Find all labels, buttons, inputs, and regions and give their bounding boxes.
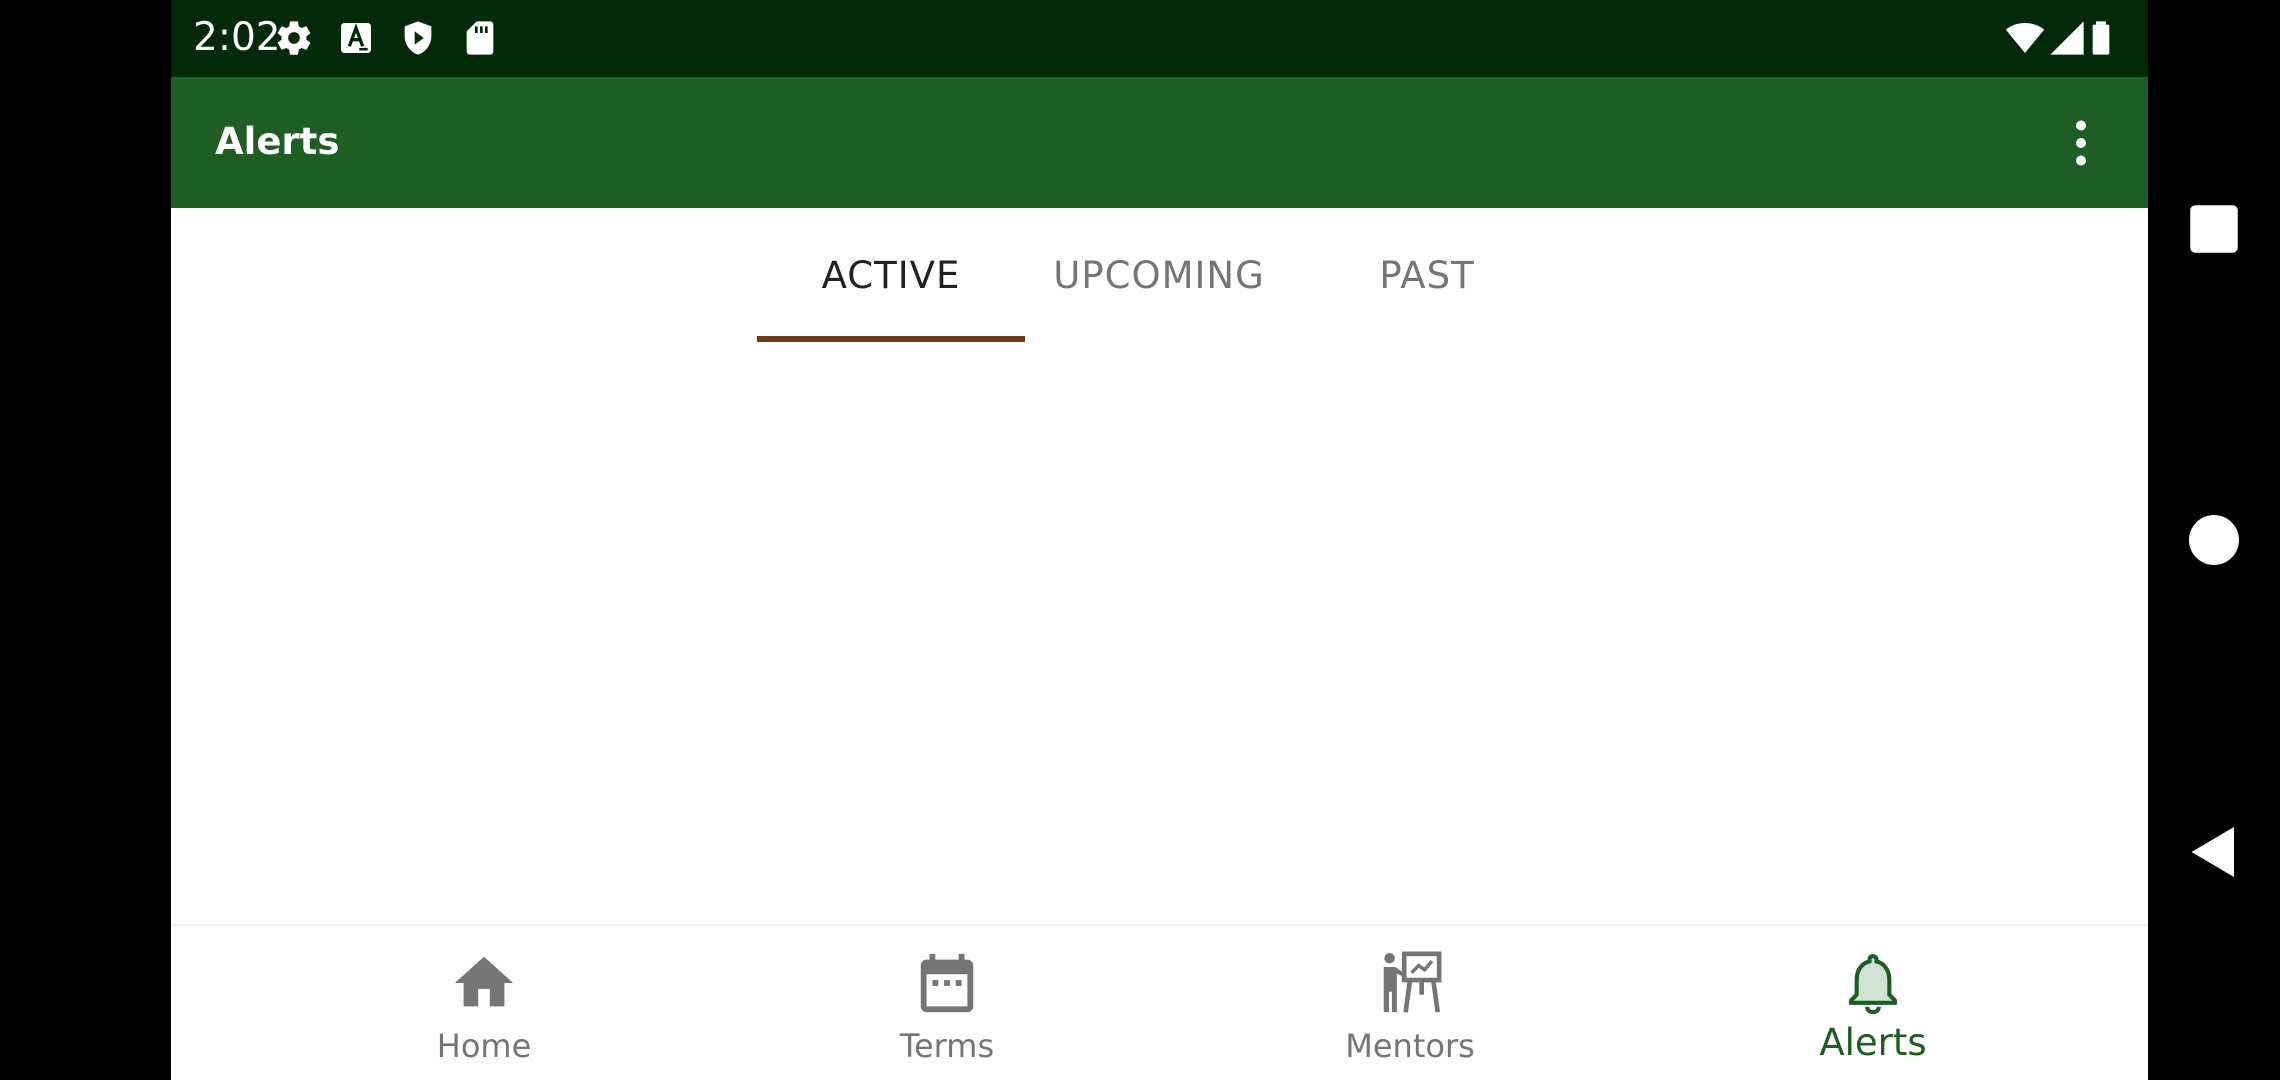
nav-item-mentors[interactable]: Mentors [1260,926,1560,1080]
status-bar: 2:02 [171,0,2148,77]
tab-upcoming[interactable]: UPCOMING [1025,208,1293,342]
calendar-icon [912,948,982,1018]
device-screen: 2:02 Alerts ACTIVE UPCOMING PAST Home Te… [0,0,2280,1080]
back-button[interactable] [2184,822,2244,882]
shield-play-icon [398,18,438,58]
system-navigation-bar [2148,0,2280,1080]
font-a-icon [336,18,376,58]
recents-icon [2190,205,2238,253]
app-toolbar: Alerts [171,77,2148,208]
back-icon [2191,827,2234,877]
presenter-icon [1375,948,1445,1018]
tab-bar: ACTIVE UPCOMING PAST [171,208,2148,342]
page-title: Alerts [215,120,340,163]
nav-label: Mentors [1345,1027,1475,1065]
tab-label: ACTIVE [821,254,961,297]
tab-label: PAST [1379,254,1475,297]
alerts-list-empty [171,342,2148,924]
nav-item-home[interactable]: Home [334,926,634,1080]
nav-label: Alerts [1819,1021,1927,1064]
sd-card-icon [460,18,500,58]
tab-label: UPCOMING [1053,254,1265,297]
app-window: 2:02 Alerts ACTIVE UPCOMING PAST Home Te… [171,0,2148,1080]
nav-label: Terms [899,1027,995,1065]
tab-active[interactable]: ACTIVE [757,208,1025,342]
nav-item-terms[interactable]: Terms [797,926,1097,1080]
wifi-icon [2005,18,2045,58]
settings-icon [274,18,314,58]
bottom-navigation: Home Terms Mentors Alerts [171,924,2148,1080]
bell-icon [1838,948,1908,1018]
home-circle-icon [2189,515,2239,565]
nav-label: Home [436,1027,532,1065]
status-time: 2:02 [193,15,281,60]
battery-icon [2081,18,2121,58]
more-vert-icon [2076,120,2086,166]
home-icon [449,948,519,1018]
recents-button[interactable] [2184,199,2244,259]
system-home-button[interactable] [2184,510,2244,570]
more-options-button[interactable] [2051,113,2111,173]
nav-item-alerts[interactable]: Alerts [1723,926,2023,1080]
tab-past[interactable]: PAST [1293,208,1561,342]
